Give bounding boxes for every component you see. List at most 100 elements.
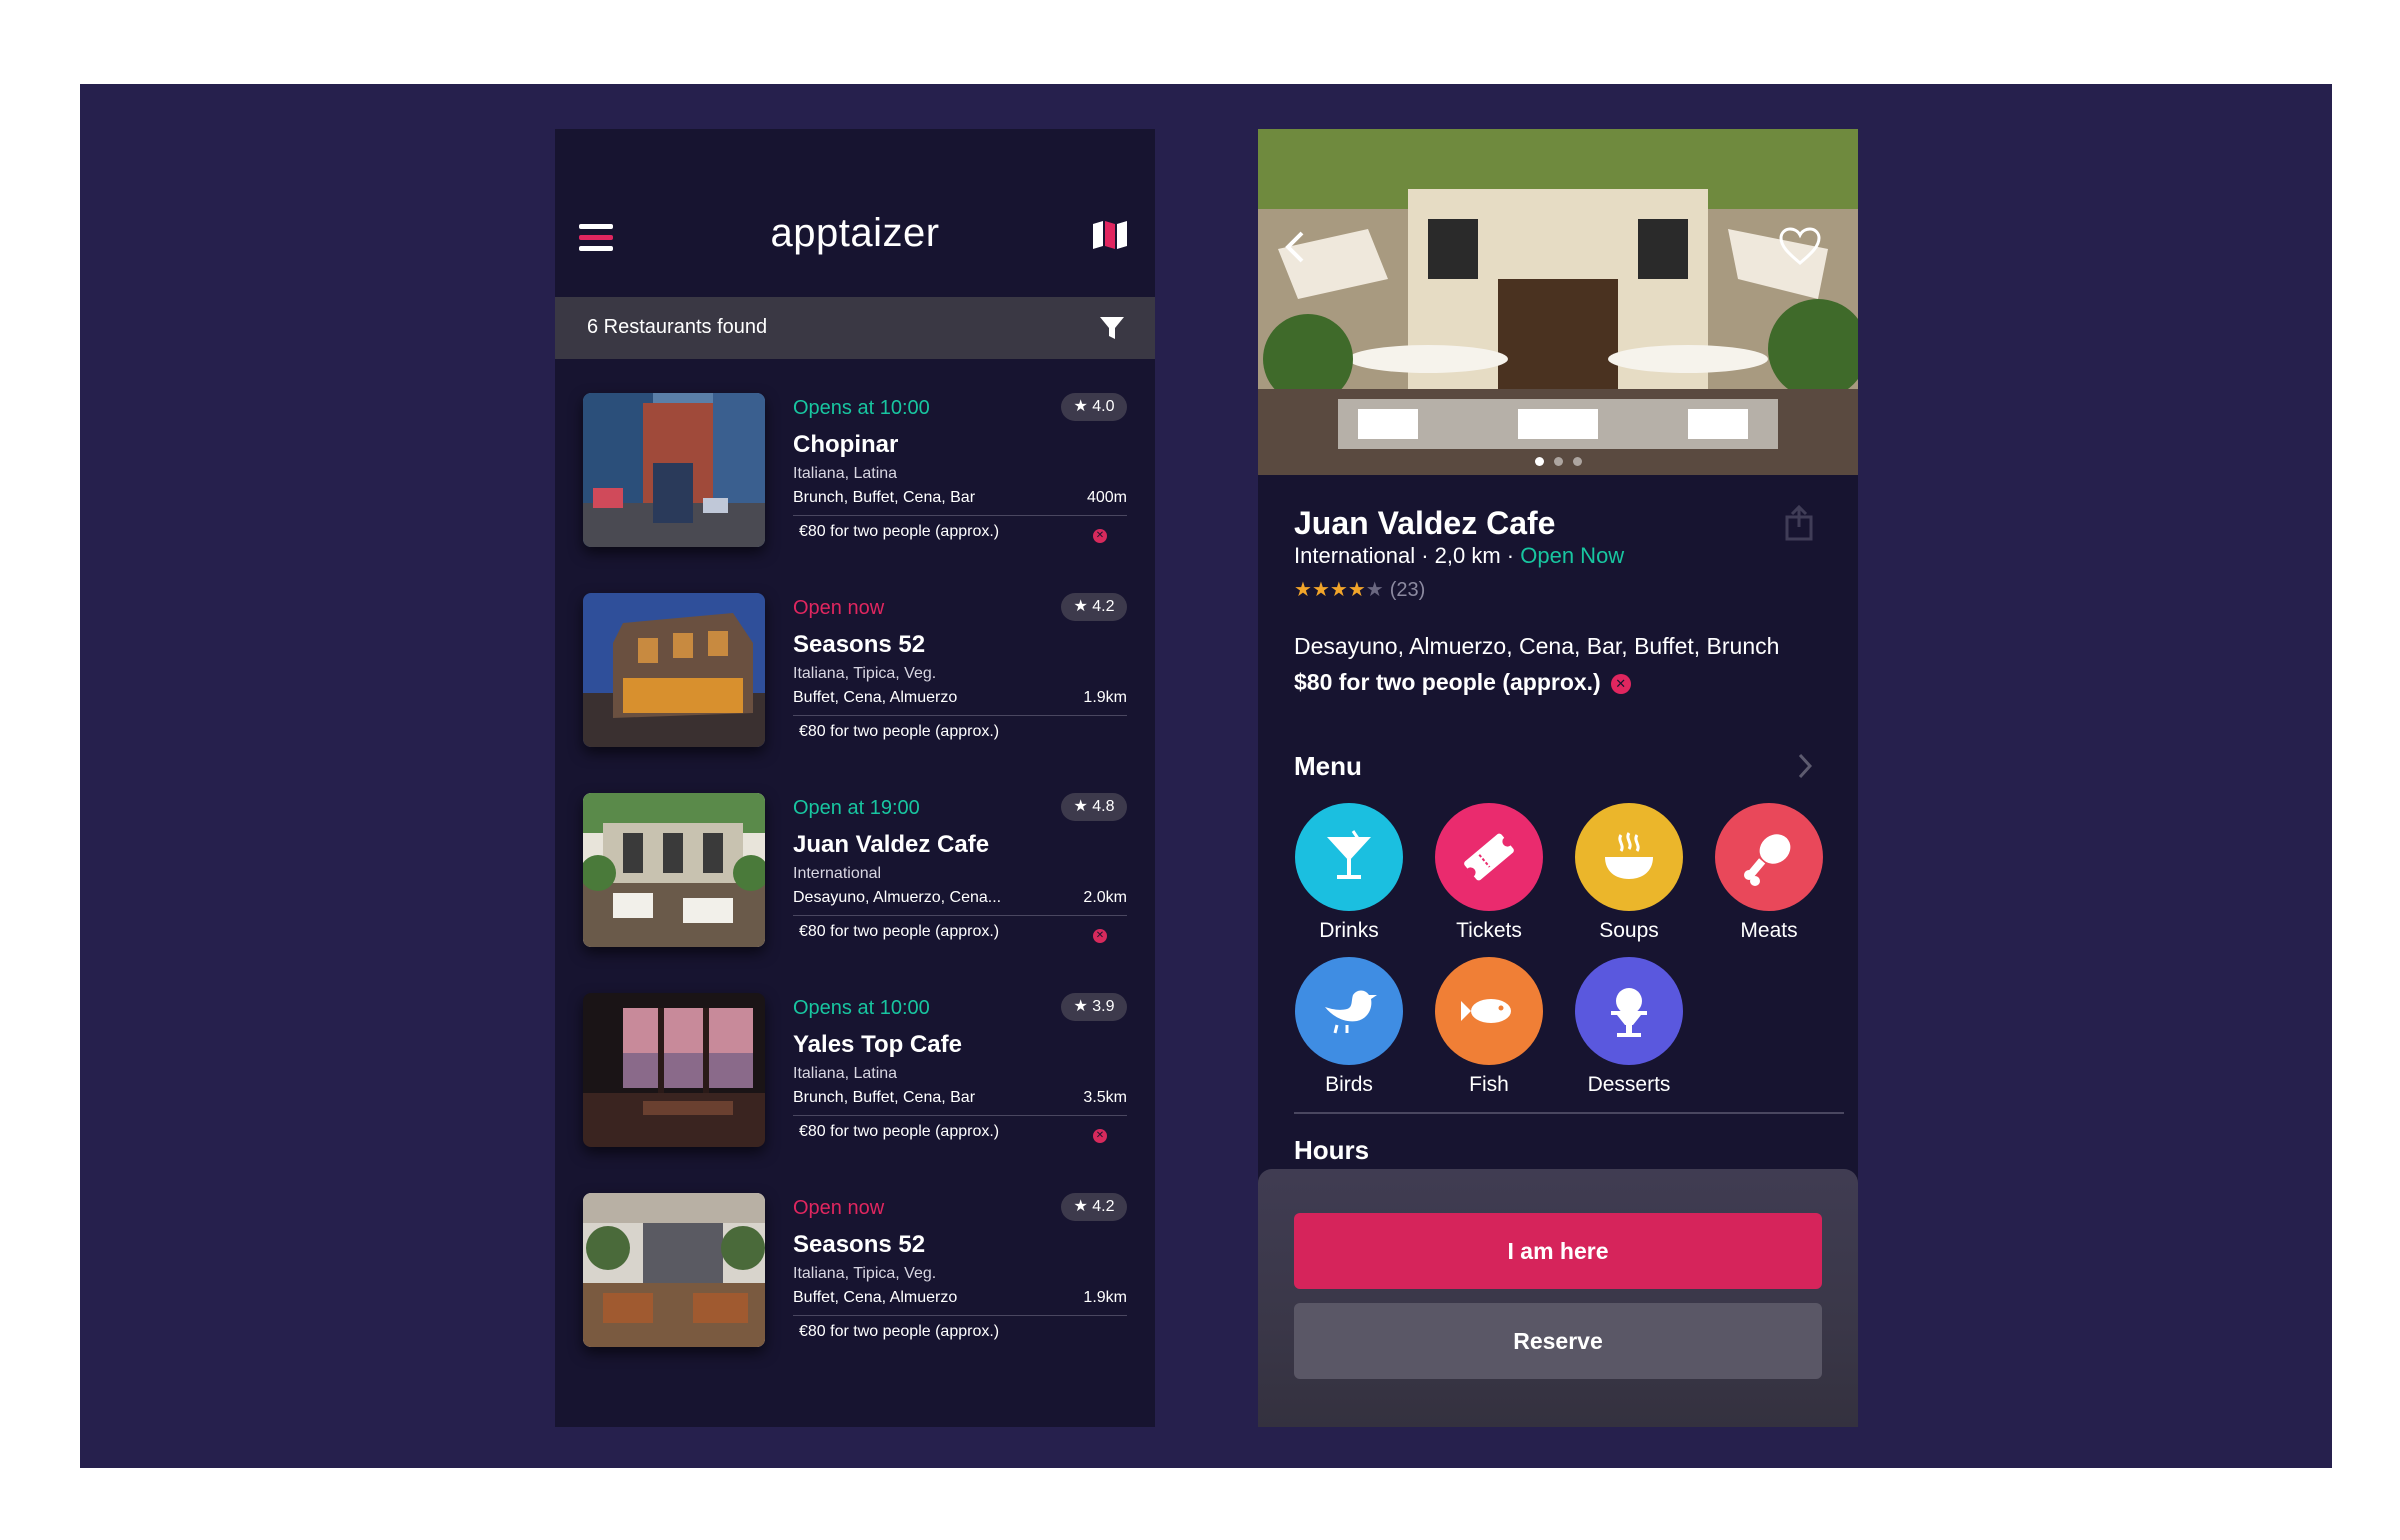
menu-category-label: Soups bbox=[1599, 919, 1659, 942]
separator-dot: · bbox=[1500, 543, 1521, 568]
map-icon[interactable] bbox=[1093, 221, 1127, 249]
heart-icon[interactable] bbox=[1778, 227, 1822, 267]
restaurant-photo bbox=[583, 393, 765, 547]
restaurant-distance: 3.5km bbox=[1083, 1089, 1127, 1106]
menu-category-label: Drinks bbox=[1319, 919, 1379, 942]
restaurant-tags: Desayuno, Almuerzo, Cena... bbox=[793, 889, 1002, 906]
menu-category-label: Fish bbox=[1469, 1073, 1509, 1096]
restaurant-price: €80 for two people (approx.) bbox=[799, 723, 1000, 740]
restaurant-tags: Buffet, Cena, Almuerzo bbox=[793, 1289, 958, 1306]
soup-bowl-icon bbox=[1575, 803, 1683, 911]
open-status: Open at 19:00 bbox=[793, 797, 920, 819]
restaurant-distance: 400m bbox=[1086, 489, 1127, 506]
open-status: Opens at 10:00 bbox=[793, 397, 930, 419]
restaurant-distance: 2,0 km bbox=[1434, 543, 1501, 568]
menu-category-label: Desserts bbox=[1587, 1073, 1671, 1096]
divider bbox=[793, 1115, 1127, 1116]
restaurant-name: Seasons 52 bbox=[793, 1231, 926, 1258]
menu-category-tickets[interactable]: Tickets bbox=[1420, 803, 1558, 953]
share-icon[interactable] bbox=[1784, 504, 1814, 541]
rating-badge: ★ 4.8 bbox=[1061, 793, 1127, 821]
menu-category-fish[interactable]: Fish bbox=[1420, 957, 1558, 1107]
menu-category-meats[interactable]: Meats bbox=[1700, 803, 1838, 953]
price-info-icon[interactable]: ✕ bbox=[1093, 929, 1107, 943]
restaurant-card[interactable]: Open now ★ 4.2 Seasons 52 Italiana, Tipi… bbox=[555, 559, 1155, 759]
price-info-icon[interactable]: ✕ bbox=[1093, 529, 1107, 543]
restaurant-price: $80 for two people (approx.) ✕ bbox=[1294, 669, 1631, 696]
rating-badge: ★ 4.2 bbox=[1061, 593, 1127, 621]
restaurant-card[interactable]: Open now ★ 4.2 Seasons 52 Italiana, Tipi… bbox=[555, 1159, 1155, 1359]
restaurant-cuisine: Italiana, Tipica, Veg. bbox=[793, 665, 937, 682]
separator-dot: · bbox=[1415, 543, 1435, 568]
rating-badge: ★ 4.0 bbox=[1061, 393, 1127, 421]
reserve-button[interactable]: Reserve bbox=[1294, 1303, 1822, 1379]
open-status: Open now bbox=[793, 1197, 885, 1219]
restaurant-cuisine: Italiana, Tipica, Veg. bbox=[793, 1265, 937, 1282]
carousel-dot[interactable] bbox=[1534, 457, 1544, 466]
restaurant-name: Chopinar bbox=[793, 431, 899, 458]
results-bar: 6 Restaurants found bbox=[555, 297, 1155, 359]
restaurant-card[interactable]: Open at 19:00 ★ 4.8 Juan Valdez Cafe Int… bbox=[555, 759, 1155, 959]
restaurant-tags: Brunch, Buffet, Cena, Bar bbox=[793, 489, 976, 506]
restaurant-photo bbox=[583, 1193, 765, 1347]
app-header: apptaizer bbox=[555, 129, 1155, 297]
restaurant-tags: Buffet, Cena, Almuerzo bbox=[793, 689, 958, 706]
restaurant-tags: Desayuno, Almuerzo, Cena, Bar, Buffet, B… bbox=[1294, 633, 1780, 659]
restaurant-photo bbox=[583, 593, 765, 747]
menu-category-drinks[interactable]: Drinks bbox=[1280, 803, 1418, 953]
restaurant-name: Juan Valdez Cafe bbox=[793, 831, 990, 858]
restaurant-photo bbox=[583, 993, 765, 1147]
hours-heading: Hours bbox=[1294, 1135, 1370, 1165]
carousel-dot[interactable] bbox=[1572, 457, 1582, 466]
restaurant-list-screen: apptaizer 6 Restaurants found Opens at 1… bbox=[555, 129, 1155, 1427]
menu-category-desserts[interactable]: Desserts bbox=[1560, 957, 1698, 1107]
divider bbox=[1294, 1112, 1844, 1114]
drumstick-icon bbox=[1715, 803, 1823, 911]
rating-badge: ★ 4.2 bbox=[1061, 1193, 1127, 1221]
restaurant-cuisine: Italiana, Latina bbox=[793, 465, 898, 482]
star-icon: ★ bbox=[1347, 579, 1366, 601]
menu-category-label: Tickets bbox=[1456, 919, 1522, 942]
open-status: Opens at 10:00 bbox=[793, 997, 930, 1019]
carousel-dots bbox=[1258, 453, 1858, 471]
i-am-here-button[interactable]: I am here bbox=[1294, 1213, 1822, 1289]
chevron-right-icon[interactable] bbox=[1798, 753, 1813, 779]
divider bbox=[793, 515, 1127, 516]
restaurant-price: €80 for two people (approx.) bbox=[799, 1323, 1000, 1340]
menu-heading: Menu bbox=[1294, 751, 1362, 781]
price-info-icon[interactable]: ✕ bbox=[1093, 1129, 1107, 1143]
cocktail-icon bbox=[1295, 803, 1403, 911]
restaurant-card[interactable]: Opens at 10:00 ★ 4.0 Chopinar Italiana, … bbox=[555, 359, 1155, 559]
star-icon: ★ bbox=[1329, 579, 1348, 601]
restaurant-price: €80 for two people (approx.) bbox=[799, 1123, 1000, 1140]
restaurant-detail-screen: Juan Valdez Cafe International · 2,0 km … bbox=[1258, 129, 1858, 1427]
restaurant-price: €80 for two people (approx.) bbox=[799, 523, 1000, 540]
ticket-icon bbox=[1435, 803, 1543, 911]
ice-cream-icon bbox=[1575, 957, 1683, 1065]
star-rating: ★★★★★ (23) bbox=[1294, 577, 1425, 602]
back-chevron-icon[interactable] bbox=[1280, 229, 1308, 265]
restaurant-tags: Brunch, Buffet, Cena, Bar bbox=[793, 1089, 976, 1106]
restaurant-name: Seasons 52 bbox=[793, 631, 926, 658]
menu-category-label: Meats bbox=[1740, 919, 1798, 942]
star-icon: ★ bbox=[1311, 579, 1330, 601]
restaurant-title: Juan Valdez Cafe bbox=[1294, 505, 1556, 541]
price-info-icon[interactable]: ✕ bbox=[1610, 674, 1631, 694]
carousel-dot[interactable] bbox=[1553, 457, 1563, 466]
divider bbox=[793, 915, 1127, 916]
restaurant-price: €80 for two people (approx.) bbox=[799, 923, 1000, 940]
menu-category-birds[interactable]: Birds bbox=[1280, 957, 1418, 1107]
app-logo: apptaizer bbox=[770, 211, 940, 255]
price-text: $80 for two people (approx.) bbox=[1294, 669, 1601, 695]
divider bbox=[793, 715, 1127, 716]
action-sheet: I am here Reserve bbox=[1258, 1169, 1858, 1427]
restaurant-list: Opens at 10:00 ★ 4.0 Chopinar Italiana, … bbox=[555, 359, 1155, 1359]
bird-icon bbox=[1295, 957, 1403, 1065]
menu-category-label: Birds bbox=[1325, 1073, 1373, 1096]
star-icon: ★ bbox=[1365, 579, 1384, 601]
restaurant-subtitle: International · 2,0 km · Open Now bbox=[1294, 543, 1624, 569]
filter-icon[interactable] bbox=[1099, 315, 1125, 341]
restaurant-card[interactable]: Opens at 10:00 ★ 3.9 Yales Top Cafe Ital… bbox=[555, 959, 1155, 1159]
menu-category-soups[interactable]: Soups bbox=[1560, 803, 1698, 953]
hero-photo bbox=[1258, 129, 1858, 475]
